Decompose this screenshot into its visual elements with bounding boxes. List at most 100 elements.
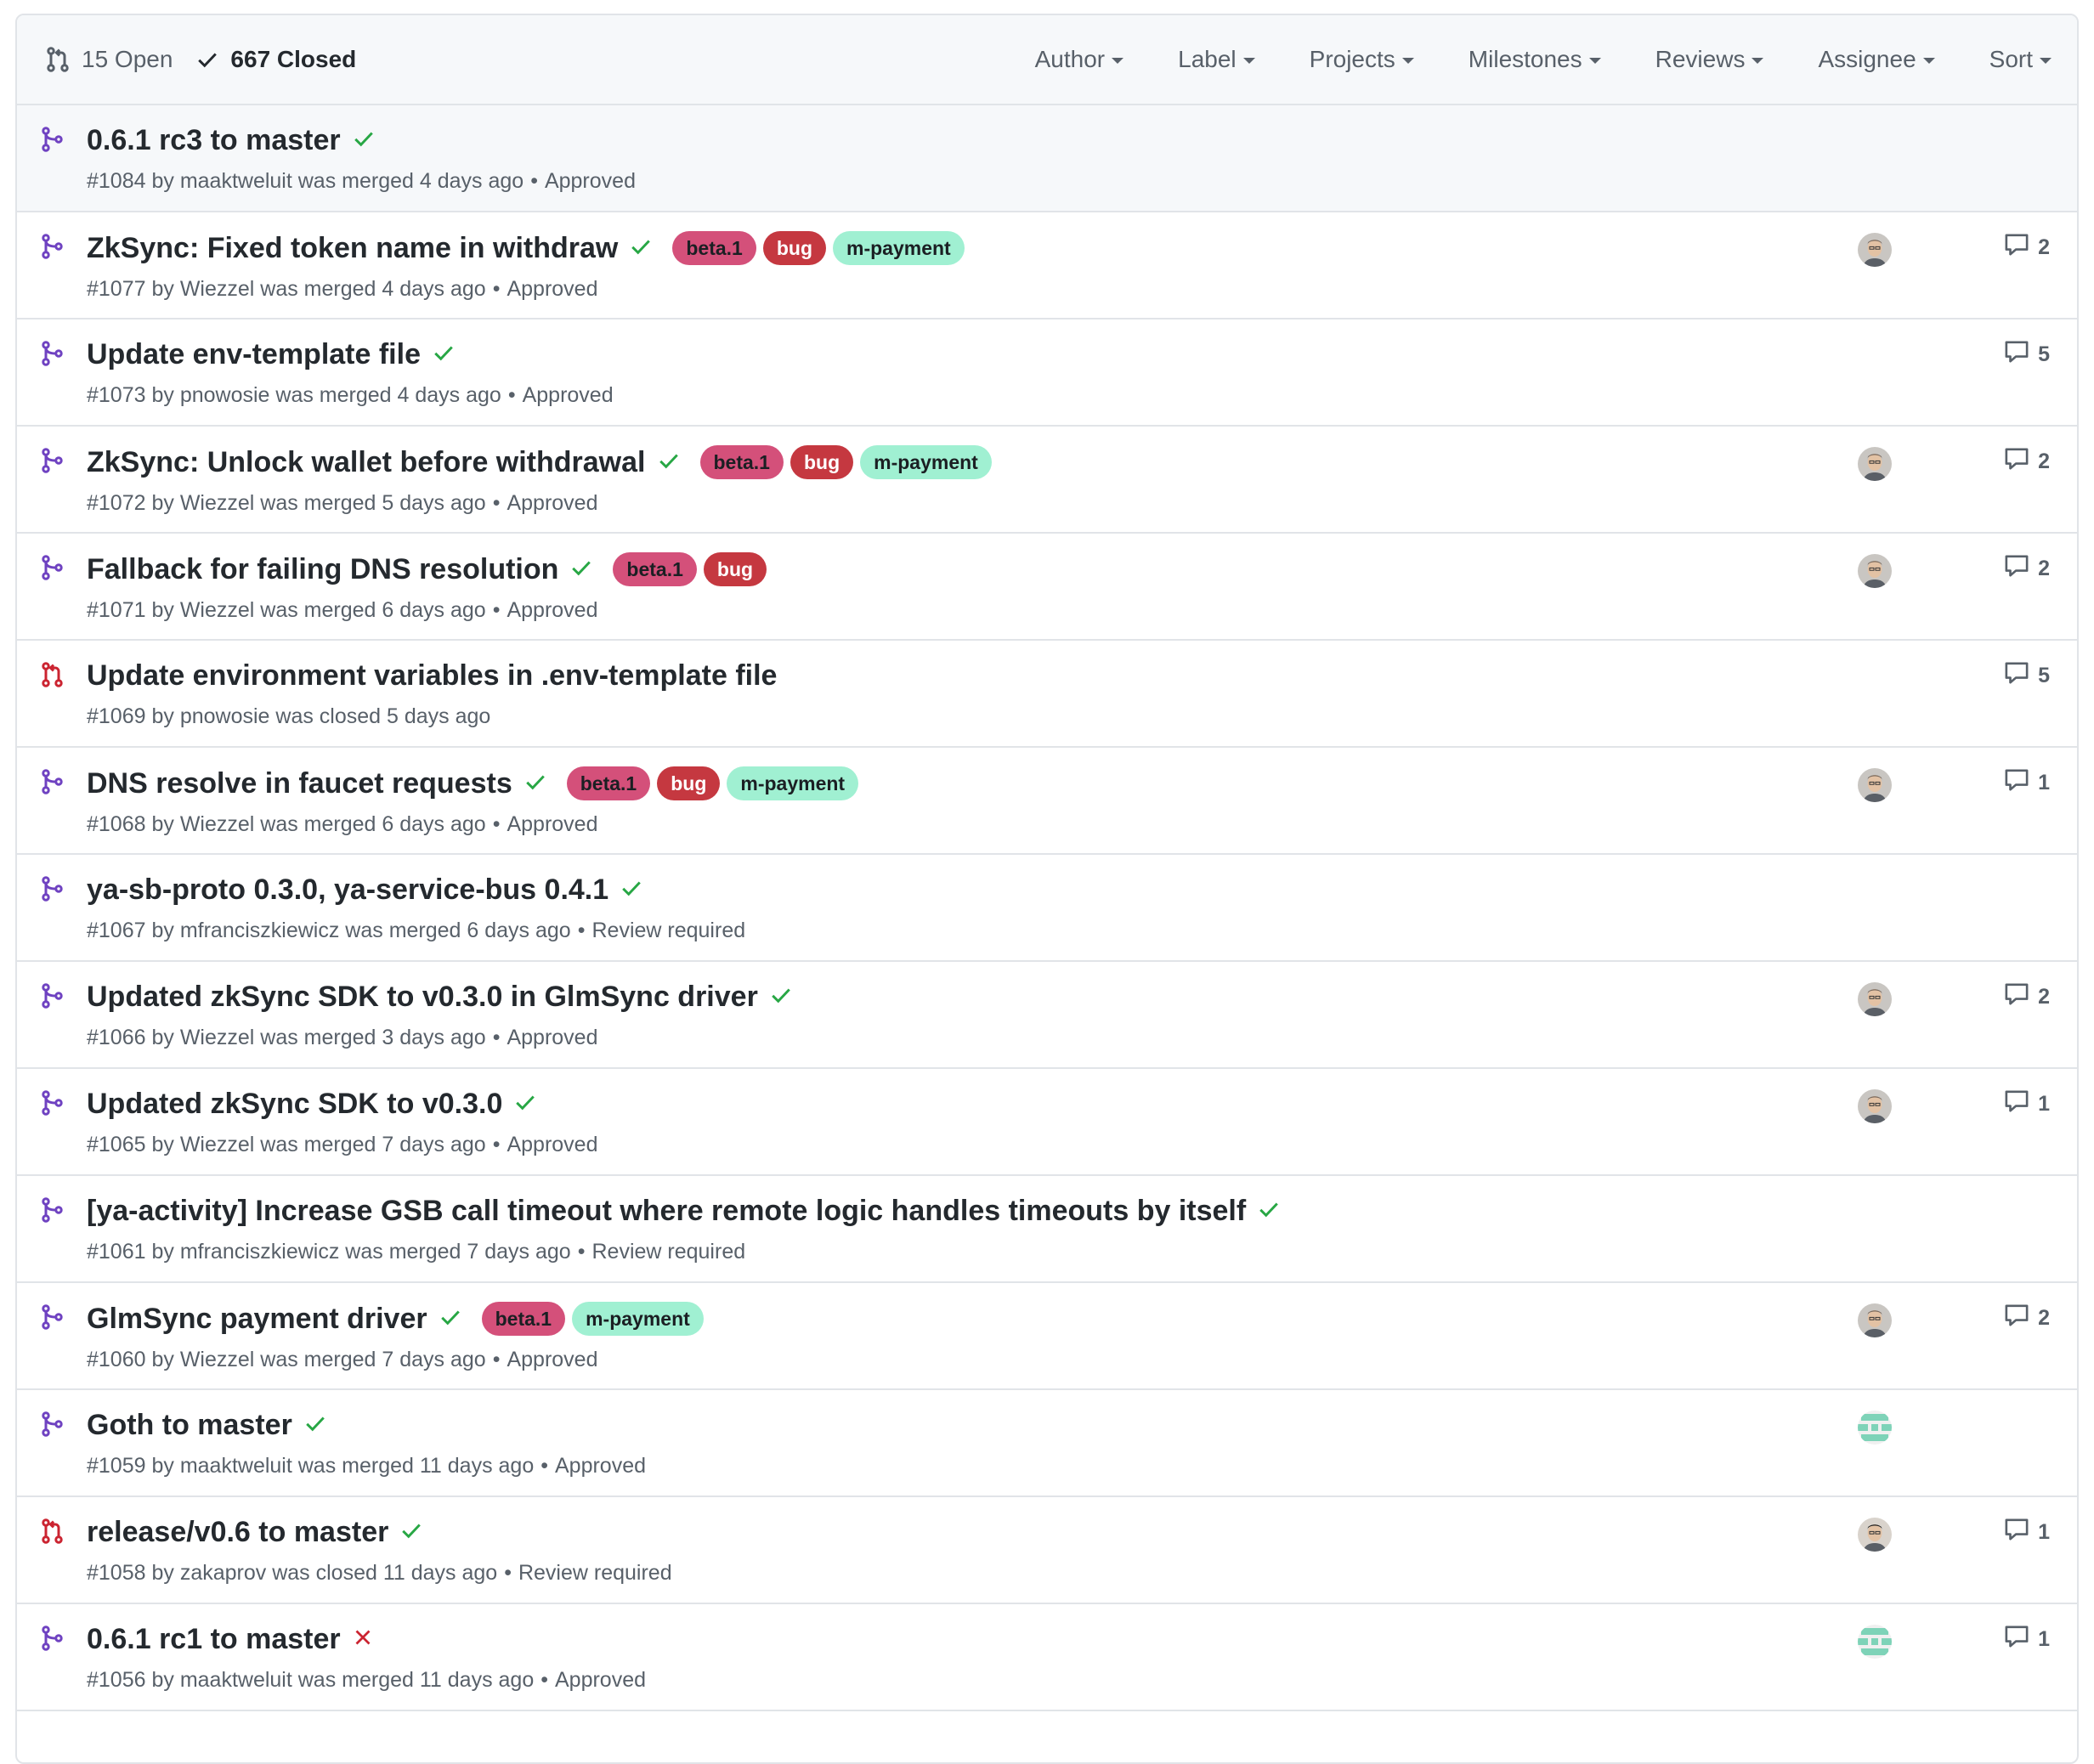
pr-title-link[interactable]: ZkSync: Fixed token name in withdraw — [87, 232, 618, 265]
review-status[interactable]: Approved — [507, 598, 597, 622]
label-m-payment[interactable]: m-payment — [572, 1302, 704, 1336]
review-status[interactable]: Approved — [523, 383, 614, 407]
comments-link[interactable]: 1 — [2004, 1625, 2050, 1654]
label-beta-1[interactable]: beta.1 — [699, 445, 784, 479]
assignee-avatar[interactable] — [1858, 1411, 1892, 1445]
review-status[interactable]: Approved — [507, 1133, 597, 1156]
pr-meta-text[interactable]: #1056 by maaktweluit was merged 11 days … — [87, 1668, 534, 1692]
label-beta-1[interactable]: beta.1 — [672, 231, 756, 265]
label-bug[interactable]: bug — [657, 766, 721, 800]
pr-title-link[interactable]: ZkSync: Unlock wallet before withdrawal — [87, 446, 646, 479]
comments-link[interactable]: 2 — [2004, 233, 2050, 263]
review-status[interactable]: Approved — [555, 1668, 646, 1692]
pr-meta-text[interactable]: #1060 by Wiezzel was merged 7 days ago — [87, 1348, 486, 1371]
review-status[interactable]: Approved — [507, 812, 597, 836]
comments-link[interactable]: 2 — [2004, 554, 2050, 584]
open-filter-button[interactable]: 15 Open — [46, 46, 173, 73]
comments-link[interactable]: 5 — [2004, 340, 2050, 370]
pr-title-link[interactable]: ya-sb-proto 0.3.0, ya-service-bus 0.4.1 — [87, 874, 608, 907]
pr-title-link[interactable]: release/v0.6 to master — [87, 1516, 388, 1549]
assignee-avatar[interactable] — [1858, 982, 1892, 1016]
review-status[interactable]: Review required — [518, 1561, 672, 1585]
comments-link[interactable]: 1 — [2004, 768, 2050, 798]
comments-link[interactable]: 2 — [2004, 1303, 2050, 1333]
pr-meta-text[interactable]: #1058 by zakaprov was closed 11 days ago — [87, 1561, 497, 1585]
checks-passed-icon[interactable] — [524, 771, 546, 797]
review-status[interactable]: Approved — [555, 1454, 646, 1478]
pr-meta-text[interactable]: #1065 by Wiezzel was merged 7 days ago — [87, 1133, 486, 1156]
comments-link[interactable]: 1 — [2004, 1089, 2050, 1119]
pr-meta-text[interactable]: #1066 by Wiezzel was merged 3 days ago — [87, 1026, 486, 1049]
assignee-avatar[interactable] — [1858, 1518, 1892, 1552]
label-bug[interactable]: bug — [789, 445, 854, 479]
closed-filter-button[interactable]: 667 Closed — [196, 46, 356, 73]
assignee-avatar[interactable] — [1858, 1089, 1892, 1123]
pr-meta-text[interactable]: #1059 by maaktweluit was merged 11 days … — [87, 1454, 534, 1478]
label-bug[interactable]: bug — [703, 552, 767, 586]
review-status[interactable]: Review required — [591, 1240, 745, 1264]
pr-meta-text[interactable]: #1068 by Wiezzel was merged 6 days ago — [87, 812, 486, 836]
checks-passed-icon[interactable] — [304, 1412, 326, 1439]
filter-label-dropdown[interactable]: Label — [1178, 46, 1255, 73]
label-beta-1[interactable]: beta.1 — [566, 766, 651, 800]
label-m-payment[interactable]: m-payment — [860, 445, 992, 479]
checks-failed-icon[interactable] — [353, 1627, 373, 1652]
pr-meta-text[interactable]: #1073 by pnowosie was merged 4 days ago — [87, 383, 501, 407]
assignee-avatar[interactable] — [1858, 1625, 1892, 1659]
label-m-payment[interactable]: m-payment — [833, 231, 965, 265]
pr-title-link[interactable]: 0.6.1 rc1 to master — [87, 1623, 341, 1656]
pr-title-link[interactable]: Goth to master — [87, 1409, 292, 1442]
review-status[interactable]: Approved — [507, 1026, 597, 1049]
filter-reviews-dropdown[interactable]: Reviews — [1655, 46, 1764, 73]
pr-meta-text[interactable]: #1084 by maaktweluit was merged 4 days a… — [87, 169, 524, 193]
checks-passed-icon[interactable] — [400, 1519, 422, 1546]
filter-author-dropdown[interactable]: Author — [1035, 46, 1124, 73]
pr-meta-text[interactable]: #1077 by Wiezzel was merged 4 days ago — [87, 277, 486, 301]
review-status[interactable]: Approved — [545, 169, 636, 193]
review-status[interactable]: Approved — [507, 277, 597, 301]
checks-passed-icon[interactable] — [770, 984, 792, 1010]
pr-title-link[interactable]: DNS resolve in faucet requests — [87, 767, 512, 800]
filter-sort-dropdown[interactable]: Sort — [1989, 46, 2052, 73]
pr-title-link[interactable]: Update env-template file — [87, 338, 421, 371]
pr-title-link[interactable]: 0.6.1 rc3 to master — [87, 124, 341, 157]
comments-link[interactable]: 2 — [2004, 447, 2050, 477]
comments-link[interactable]: 1 — [2004, 1518, 2050, 1547]
review-status[interactable]: Approved — [507, 1348, 597, 1371]
review-status[interactable]: Review required — [591, 919, 745, 942]
checks-passed-icon[interactable] — [433, 342, 455, 368]
review-status[interactable]: Approved — [507, 491, 597, 515]
pr-title-link[interactable]: GlmSync payment driver — [87, 1303, 427, 1336]
checks-passed-icon[interactable] — [658, 449, 680, 476]
checks-passed-icon[interactable] — [514, 1091, 536, 1117]
assignee-avatar[interactable] — [1858, 768, 1892, 802]
pr-title-link[interactable]: [ya-activity] Increase GSB call timeout … — [87, 1195, 1246, 1228]
pr-title-link[interactable]: Fallback for failing DNS resolution — [87, 553, 558, 586]
pr-meta-text[interactable]: #1067 by mfranciszkiewicz was merged 6 d… — [87, 919, 571, 942]
pr-meta-text[interactable]: #1071 by Wiezzel was merged 6 days ago — [87, 598, 486, 622]
filter-projects-dropdown[interactable]: Projects — [1310, 46, 1414, 73]
pr-title-link[interactable]: Updated zkSync SDK to v0.3.0 in GlmSync … — [87, 981, 758, 1014]
assignee-avatar[interactable] — [1858, 233, 1892, 267]
checks-passed-icon[interactable] — [620, 877, 642, 903]
pr-title-link[interactable]: Update environment variables in .env-tem… — [87, 659, 777, 693]
checks-passed-icon[interactable] — [1258, 1198, 1280, 1224]
checks-passed-icon[interactable] — [570, 557, 592, 583]
pr-meta-text[interactable]: #1072 by Wiezzel was merged 5 days ago — [87, 491, 486, 515]
label-m-payment[interactable]: m-payment — [727, 766, 859, 800]
comments-link[interactable]: 2 — [2004, 982, 2050, 1012]
pr-title-link[interactable]: Updated zkSync SDK to v0.3.0 — [87, 1088, 502, 1121]
assignee-avatar[interactable] — [1858, 554, 1892, 588]
filter-assignee-dropdown[interactable]: Assignee — [1818, 46, 1935, 73]
checks-passed-icon[interactable] — [630, 235, 652, 262]
assignee-avatar[interactable] — [1858, 447, 1892, 481]
pr-meta-text[interactable]: #1069 by pnowosie was closed 5 days ago — [87, 704, 490, 728]
label-beta-1[interactable]: beta.1 — [613, 552, 697, 586]
label-bug[interactable]: bug — [762, 231, 826, 265]
comments-link[interactable]: 5 — [2004, 661, 2050, 691]
assignee-avatar[interactable] — [1858, 1303, 1892, 1337]
label-beta-1[interactable]: beta.1 — [481, 1302, 566, 1336]
pr-meta-text[interactable]: #1061 by mfranciszkiewicz was merged 7 d… — [87, 1240, 571, 1264]
checks-passed-icon[interactable] — [353, 127, 375, 154]
filter-milestones-dropdown[interactable]: Milestones — [1469, 46, 1601, 73]
